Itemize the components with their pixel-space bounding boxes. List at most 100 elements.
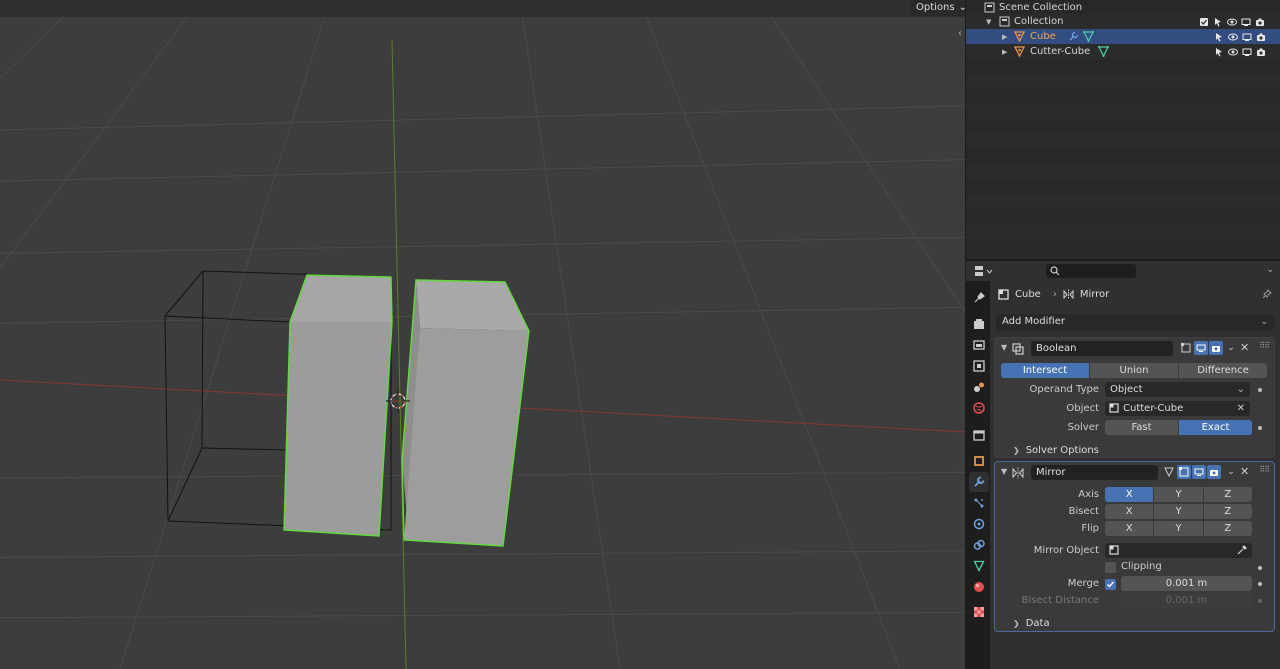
tab-tool[interactable] (969, 288, 989, 308)
viewport-display-toggle[interactable] (1192, 465, 1206, 479)
render-toggle[interactable] (1209, 341, 1223, 355)
operation-union[interactable]: Union (1090, 363, 1179, 378)
flip-y-toggle[interactable]: Y (1154, 521, 1204, 536)
3d-viewport[interactable]: Options ⌄ ‹ (0, 0, 965, 669)
camera-icon[interactable] (1256, 47, 1266, 57)
camera-icon[interactable] (1256, 32, 1266, 42)
eye-icon[interactable] (1228, 47, 1238, 57)
wrench-icon[interactable] (1068, 31, 1079, 42)
tab-object[interactable] (969, 451, 989, 471)
operation-difference[interactable]: Difference (1179, 363, 1267, 378)
outliner-row-cube[interactable]: ▶ Cube (966, 29, 1280, 44)
select-arrow-icon[interactable] (1213, 17, 1223, 27)
tab-render[interactable] (969, 314, 989, 334)
chevron-down-icon[interactable]: ⌄ (1266, 265, 1274, 275)
editor-type-icon[interactable] (974, 265, 994, 278)
clipping-checkbox[interactable] (1105, 562, 1116, 573)
mirror-panel-header[interactable]: ▼ Mirror ⌄ ✕ ⠿⠿ (995, 462, 1274, 484)
options-button[interactable]: Options ⌄ (910, 0, 965, 16)
animate-dot-icon[interactable] (1258, 582, 1262, 586)
checkbox-icon[interactable] (1199, 17, 1209, 27)
animate-dot-icon[interactable] (1258, 426, 1262, 430)
expand-triangle-icon[interactable]: ▶ (1002, 33, 1007, 41)
tab-data[interactable] (969, 556, 989, 576)
camera-icon[interactable] (1255, 17, 1265, 27)
tab-particles[interactable] (969, 493, 989, 513)
merge-distance-field[interactable]: 0.001 m (1121, 576, 1252, 591)
close-icon[interactable]: ✕ (1240, 465, 1249, 478)
edit-mode-toggle[interactable] (1179, 341, 1193, 355)
animate-dot-icon[interactable] (1258, 566, 1262, 570)
data-subpanel[interactable]: ❯ Data (1013, 618, 1050, 629)
select-arrow-icon[interactable] (1214, 32, 1224, 42)
outliner-row-collection[interactable]: ▼ Collection (966, 14, 1280, 29)
tab-modifiers[interactable] (969, 472, 989, 492)
tab-material[interactable] (969, 577, 989, 597)
properties-panel: Cube › Mirror Add Modifier ⌄ ▼ Boolean ⌄… (990, 281, 1280, 669)
outliner-row-scene-collection[interactable]: Scene Collection (966, 0, 1280, 15)
expand-triangle-icon[interactable]: ▼ (986, 18, 991, 26)
eyedropper-icon[interactable] (1237, 545, 1247, 555)
expand-triangle-icon[interactable]: ▶ (1002, 48, 1007, 56)
pin-icon[interactable] (1262, 289, 1272, 299)
mesh-data-icon (1164, 467, 1174, 477)
drag-handle-icon[interactable]: ⠿⠿ (1259, 341, 1270, 350)
eye-icon[interactable] (1228, 32, 1238, 42)
sidebar-toggle-icon[interactable]: ‹ (958, 28, 962, 39)
scene-canvas[interactable] (0, 0, 965, 669)
add-modifier-dropdown[interactable]: Add Modifier ⌄ (996, 314, 1274, 330)
axis-z-toggle[interactable]: Z (1203, 487, 1252, 502)
operand-type-dropdown[interactable]: Object ⌄ (1105, 382, 1250, 397)
solver-exact[interactable]: Exact (1179, 420, 1252, 435)
monitor-icon[interactable] (1241, 17, 1251, 27)
modifier-name-input[interactable]: Boolean (1031, 341, 1173, 356)
on-cage-toggle[interactable] (1162, 465, 1176, 479)
boolean-panel-header[interactable]: ▼ Boolean ⌄ ✕ ⠿⠿ (995, 338, 1274, 360)
search-input[interactable] (1046, 264, 1136, 278)
clear-icon[interactable]: ✕ (1237, 401, 1245, 416)
axis-x-toggle[interactable]: X (1105, 487, 1155, 502)
tab-collection[interactable] (969, 425, 989, 445)
outliner-row-cutter-cube[interactable]: ▶ Cutter-Cube (966, 44, 1280, 59)
select-arrow-icon[interactable] (1214, 47, 1224, 57)
tab-physics[interactable] (969, 514, 989, 534)
operation-intersect[interactable]: Intersect (1001, 363, 1090, 378)
animate-dot-icon[interactable] (1258, 599, 1262, 603)
camera-icon (1212, 346, 1220, 352)
animate-dot-icon[interactable] (1258, 388, 1262, 392)
bisect-distance-field[interactable]: 0.001 m (1121, 593, 1252, 608)
object-picker[interactable]: Cutter-Cube ✕ (1105, 401, 1250, 416)
collapse-triangle-icon[interactable]: ▼ (1001, 467, 1007, 476)
bisect-z-toggle[interactable]: Z (1203, 504, 1252, 519)
modifier-name-input[interactable]: Mirror (1031, 465, 1158, 480)
tab-output[interactable] (969, 335, 989, 355)
tab-scene[interactable] (969, 377, 989, 397)
flip-z-toggle[interactable]: Z (1203, 521, 1252, 536)
monitor-icon[interactable] (1242, 47, 1252, 57)
render-toggle[interactable] (1207, 465, 1221, 479)
monitor-icon[interactable] (1242, 32, 1252, 42)
axis-y-toggle[interactable]: Y (1154, 487, 1204, 502)
edit-mode-toggle[interactable] (1177, 465, 1191, 479)
flip-x-toggle[interactable]: X (1105, 521, 1155, 536)
axis-toggles: X Y Z (1105, 487, 1252, 502)
tab-world[interactable] (969, 398, 989, 418)
tab-constraints[interactable] (969, 535, 989, 555)
mirror-object-picker[interactable] (1105, 543, 1252, 558)
chevron-down-icon[interactable]: ⌄ (1224, 465, 1238, 479)
chevron-down-icon[interactable]: ⌄ (1224, 341, 1238, 355)
tab-view-layer[interactable] (969, 356, 989, 376)
mesh-data-icon[interactable] (1083, 31, 1094, 42)
bisect-x-toggle[interactable]: X (1105, 504, 1155, 519)
eye-icon[interactable] (1227, 17, 1237, 27)
tab-texture[interactable] (969, 602, 989, 622)
close-icon[interactable]: ✕ (1240, 341, 1249, 354)
collapse-triangle-icon[interactable]: ▼ (1001, 343, 1007, 352)
solver-fast[interactable]: Fast (1105, 420, 1179, 435)
mesh-data-icon[interactable] (1098, 46, 1109, 57)
solver-options-subpanel[interactable]: ❯ Solver Options (1013, 445, 1099, 456)
drag-handle-icon[interactable]: ⠿⠿ (1259, 465, 1270, 474)
viewport-display-toggle[interactable] (1194, 341, 1208, 355)
merge-checkbox[interactable] (1105, 579, 1116, 590)
bisect-y-toggle[interactable]: Y (1154, 504, 1204, 519)
